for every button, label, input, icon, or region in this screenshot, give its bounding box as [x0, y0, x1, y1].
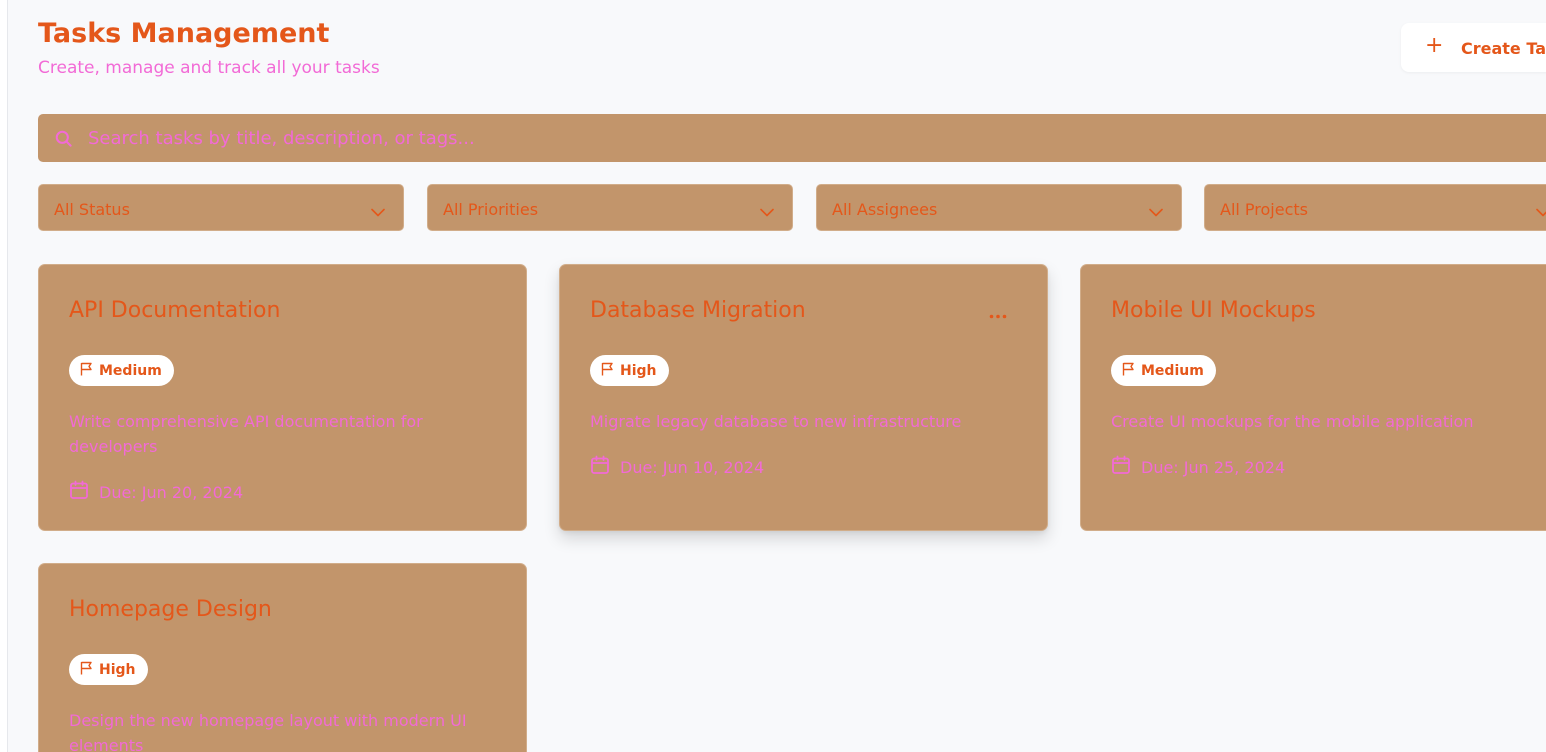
create-task-button[interactable]: + Create Task	[1401, 23, 1546, 72]
task-title: Mobile UI Mockups	[1111, 298, 1316, 323]
more-horizontal-icon[interactable]	[989, 304, 1007, 323]
calendar-icon	[1111, 455, 1131, 479]
calendar-icon	[590, 455, 610, 479]
task-card[interactable]: Database Migration High Migrate legacy d…	[559, 264, 1048, 531]
status-filter-label: All Status	[54, 200, 130, 219]
task-description: Create UI mockups for the mobile applica…	[1111, 412, 1474, 431]
chevron-down-icon	[371, 202, 385, 221]
priority-badge: Medium	[69, 355, 174, 386]
tasks-page: Tasks Management Create, manage and trac…	[38, 0, 1546, 752]
search-bar[interactable]: Search tasks by title, description, or t…	[38, 114, 1546, 162]
assignee-filter[interactable]: All Assignees	[816, 184, 1182, 231]
flag-icon	[1122, 361, 1135, 380]
flag-icon	[80, 361, 93, 380]
due-date: Due: Jun 25, 2024	[1111, 455, 1285, 479]
task-title: Database Migration	[590, 298, 806, 323]
chevron-down-icon	[1149, 202, 1163, 221]
priority-label: High	[620, 362, 657, 379]
sidebar-edge	[0, 0, 8, 752]
priority-label: High	[99, 661, 136, 678]
priority-badge: Medium	[1111, 355, 1216, 386]
flag-icon	[80, 660, 93, 679]
task-title: API Documentation	[69, 298, 281, 323]
plus-icon: +	[1425, 33, 1444, 58]
priority-badge: High	[69, 654, 148, 685]
project-filter-label: All Projects	[1220, 200, 1308, 219]
priority-filter[interactable]: All Priorities	[427, 184, 793, 231]
chevron-down-icon	[1536, 202, 1546, 221]
task-title: Homepage Design	[69, 597, 272, 622]
due-date-text: Due: Jun 25, 2024	[1141, 457, 1286, 477]
task-description: Migrate legacy database to new infrastru…	[590, 412, 962, 431]
search-icon	[54, 129, 73, 152]
task-card[interactable]: Mobile UI Mockups Medium Create UI mocku…	[1080, 264, 1546, 531]
create-task-label: Create Task	[1461, 39, 1546, 58]
due-date: Due: Jun 20, 2024	[69, 480, 243, 504]
calendar-icon	[69, 480, 89, 504]
flag-icon	[601, 361, 614, 380]
due-date: Due: Jun 10, 2024	[590, 455, 764, 479]
due-date-text: Due: Jun 10, 2024	[620, 457, 765, 477]
priority-badge: High	[590, 355, 669, 386]
priority-label: Medium	[1141, 362, 1204, 379]
page-title: Tasks Management	[38, 18, 330, 49]
priority-filter-label: All Priorities	[443, 200, 539, 219]
assignee-filter-label: All Assignees	[832, 200, 938, 219]
priority-label: Medium	[99, 362, 162, 379]
task-description: Design the new homepage layout with mode…	[69, 711, 467, 752]
chevron-down-icon	[760, 202, 774, 221]
project-filter[interactable]: All Projects	[1204, 184, 1546, 231]
task-card[interactable]: API Documentation Medium Write comprehen…	[38, 264, 527, 531]
page-subtitle: Create, manage and track all your tasks	[38, 58, 380, 78]
due-date-text: Due: Jun 20, 2024	[99, 482, 244, 502]
search-input[interactable]: Search tasks by title, description, or t…	[88, 128, 475, 149]
task-card[interactable]: Homepage Design High Design the new home…	[38, 563, 527, 752]
status-filter[interactable]: All Status	[38, 184, 404, 231]
task-description: Write comprehensive API documentation fo…	[69, 412, 423, 456]
